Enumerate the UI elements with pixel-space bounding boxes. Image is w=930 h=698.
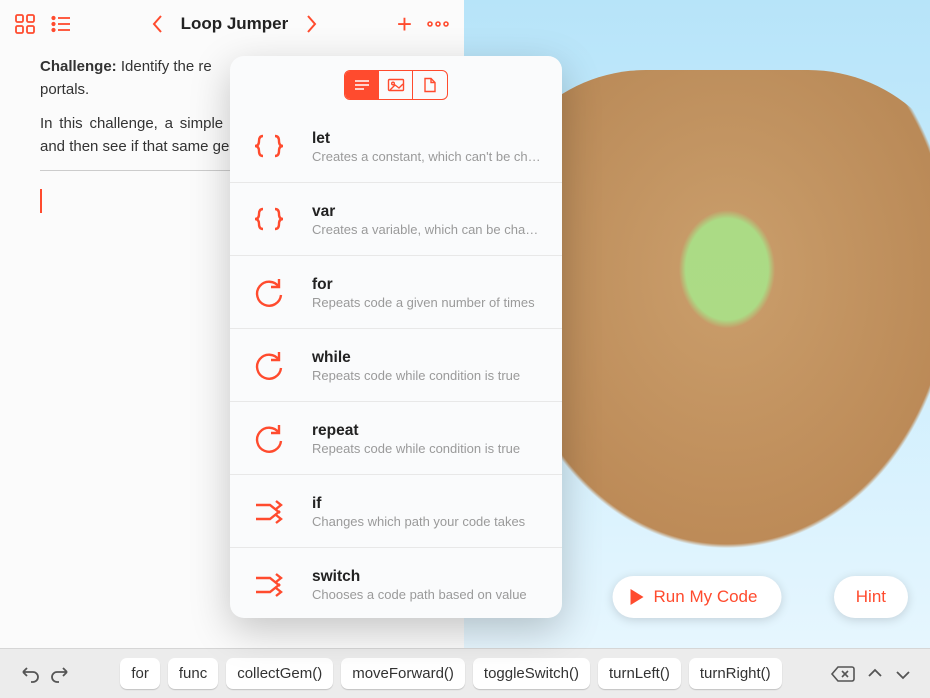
snippet-desc: Repeats code while condition is true — [312, 441, 544, 456]
snippet-desc: Creates a constant, which can't be chang… — [312, 149, 544, 164]
snippet-while[interactable]: whileRepeats code while condition is tru… — [230, 329, 562, 402]
keyboard-shortcut-bar: forfunc collectGem() moveForward() toggleSw… — [0, 648, 930, 698]
snippet-for[interactable]: forRepeats code a given number of times — [230, 256, 562, 329]
snippet-var[interactable]: varCreates a variable, which can be chan… — [230, 183, 562, 256]
snippet-repeat[interactable]: repeatRepeats code while condition is tr… — [230, 402, 562, 475]
token-collectGem[interactable]: collectGem() — [226, 658, 333, 689]
snippet-title: while — [312, 349, 544, 367]
library-grid-icon[interactable] — [14, 13, 36, 35]
next-page-icon[interactable] — [304, 13, 318, 35]
branch-icon — [248, 491, 290, 533]
snippet-title: if — [312, 495, 544, 513]
snippet-desc: Creates a variable, which can be changed — [312, 222, 544, 237]
token-turnRight[interactable]: turnRight() — [689, 658, 782, 689]
loop-icon — [248, 272, 290, 314]
braces-icon — [248, 199, 290, 241]
keyboard-show-icon[interactable] — [894, 665, 912, 683]
snippet-if[interactable]: ifChanges which path your code takes — [230, 475, 562, 548]
snippet-switch[interactable]: switchChooses a code path based on value — [230, 548, 562, 618]
loop-icon — [248, 345, 290, 387]
run-code-button[interactable]: Run My Code — [613, 576, 782, 618]
segment-image[interactable] — [379, 71, 413, 99]
snippet-desc: Repeats code a given number of times — [312, 295, 544, 310]
hint-button[interactable]: Hint — [834, 576, 908, 618]
braces-icon — [248, 126, 290, 168]
code-cursor[interactable] — [40, 189, 42, 213]
prev-page-icon[interactable] — [151, 13, 165, 35]
snippet-desc: Repeats code while condition is true — [312, 368, 544, 383]
snippet-popover: letCreates a constant, which can't be ch… — [230, 56, 562, 618]
snippet-desc: Chooses a code path based on value — [312, 587, 544, 602]
snippet-title: for — [312, 276, 544, 294]
token-for[interactable]: for — [120, 658, 160, 689]
undo-icon[interactable] — [18, 664, 40, 684]
add-icon[interactable]: + — [397, 9, 412, 40]
snippet-title: repeat — [312, 422, 544, 440]
keyboard-hide-icon[interactable] — [866, 665, 884, 683]
redo-icon[interactable] — [50, 664, 72, 684]
loop-icon — [248, 418, 290, 460]
token-moveForward[interactable]: moveForward() — [341, 658, 465, 689]
token-turnLeft[interactable]: turnLeft() — [598, 658, 681, 689]
page-title: Loop Jumper — [181, 14, 289, 34]
library-list-icon[interactable] — [50, 13, 72, 35]
snippet-title: let — [312, 130, 544, 148]
branch-icon — [248, 564, 290, 606]
token-func[interactable]: func — [168, 658, 218, 689]
snippet-let[interactable]: letCreates a constant, which can't be ch… — [230, 110, 562, 183]
segment-file[interactable] — [413, 71, 447, 99]
backspace-icon[interactable] — [830, 665, 856, 683]
snippet-title: switch — [312, 568, 544, 586]
snippet-title: var — [312, 203, 544, 221]
segment-code[interactable] — [345, 71, 379, 99]
more-icon[interactable] — [426, 20, 450, 28]
snippet-desc: Changes which path your code takes — [312, 514, 544, 529]
play-icon — [631, 589, 644, 605]
token-toggleSwitch[interactable]: toggleSwitch() — [473, 658, 590, 689]
library-segment-control — [344, 70, 448, 100]
